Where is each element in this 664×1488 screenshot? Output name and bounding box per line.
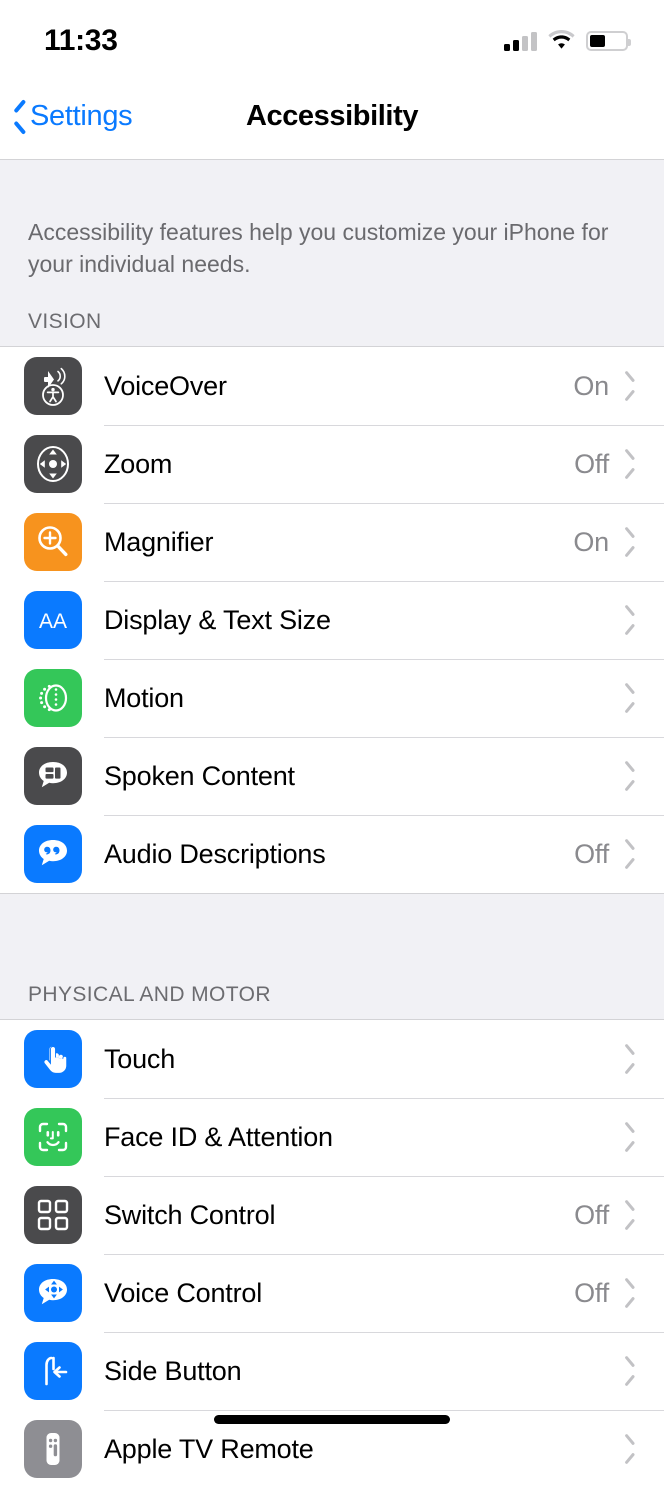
wifi-icon [548,29,575,54]
audio-descriptions-icon [24,825,82,883]
chevron-right-icon [625,844,636,864]
spoken-content-icon [24,747,82,805]
sidebar-item-label: Magnifier [104,527,573,558]
sidebar-item-label: Side Button [104,1356,609,1387]
chevron-right-icon [625,766,636,786]
status-badge: Off [574,1278,609,1309]
settings-list: Accessibility features help you customiz… [0,160,664,1488]
sidebar-item-display-text-size[interactable]: AA Display & Text Size [0,581,664,659]
sidebar-item-label: Face ID & Attention [104,1122,609,1153]
status-badge: Off [574,839,609,870]
navigation-bar: Settings Accessibility [0,74,664,160]
chevron-right-icon [625,454,636,474]
battery-icon [586,31,628,51]
chevron-right-icon [625,532,636,552]
section-group-vision: VoiceOver On Zoom Off [0,346,664,893]
sidebar-item-label: Apple TV Remote [104,1434,609,1465]
display-text-size-icon: AA [24,591,82,649]
cellular-signal-icon [504,32,537,51]
sidebar-item-zoom[interactable]: Zoom Off [0,425,664,503]
sidebar-item-face-id-attention[interactable]: Face ID & Attention [0,1098,664,1176]
status-badge: Off [574,449,609,480]
sidebar-item-touch[interactable]: Touch [0,1020,664,1098]
chevron-right-icon [625,376,636,396]
sidebar-item-label: Touch [104,1044,609,1075]
sidebar-item-label: Motion [104,683,609,714]
home-indicator [214,1415,450,1424]
sidebar-item-label: Switch Control [104,1200,574,1231]
magnifier-icon [24,513,82,571]
status-badge: On [573,527,609,558]
chevron-right-icon [625,610,636,630]
section-divider [0,893,664,953]
apple-tv-remote-icon [24,1420,82,1478]
sidebar-item-audio-descriptions[interactable]: Audio Descriptions Off [0,815,664,893]
touch-icon [24,1030,82,1088]
sidebar-item-label: Audio Descriptions [104,839,574,870]
switch-control-icon [24,1186,82,1244]
sidebar-item-label: VoiceOver [104,371,573,402]
zoom-icon [24,435,82,493]
chevron-right-icon [625,1127,636,1147]
side-button-icon [24,1342,82,1400]
back-button-label: Settings [30,100,132,133]
sidebar-item-side-button[interactable]: Side Button [0,1332,664,1410]
sidebar-item-spoken-content[interactable]: Spoken Content [0,737,664,815]
chevron-right-icon [625,1283,636,1303]
status-badge: On [573,371,609,402]
chevron-right-icon [625,1049,636,1069]
motion-icon [24,669,82,727]
voiceover-icon [24,357,82,415]
chevron-right-icon [625,1361,636,1381]
sidebar-item-label: Spoken Content [104,761,609,792]
face-id-icon [24,1108,82,1166]
chevron-right-icon [625,688,636,708]
status-bar: 11:33 [0,0,664,74]
chevron-left-icon [12,104,25,129]
back-button[interactable]: Settings [0,100,132,133]
intro-description: Accessibility features help you customiz… [0,160,664,280]
sidebar-item-voice-control[interactable]: Voice Control Off [0,1254,664,1332]
sidebar-item-motion[interactable]: Motion [0,659,664,737]
sidebar-item-magnifier[interactable]: Magnifier On [0,503,664,581]
sidebar-item-label: Display & Text Size [104,605,609,636]
svg-text:AA: AA [39,610,67,633]
sidebar-item-label: Voice Control [104,1278,574,1309]
status-bar-indicators [504,29,628,54]
chevron-right-icon [625,1439,636,1459]
section-header-vision: VISION [0,280,664,346]
section-header-physical-and-motor: PHYSICAL AND MOTOR [0,953,664,1019]
sidebar-item-switch-control[interactable]: Switch Control Off [0,1176,664,1254]
voice-control-icon [24,1264,82,1322]
status-badge: Off [574,1200,609,1231]
sidebar-item-label: Zoom [104,449,574,480]
chevron-right-icon [625,1205,636,1225]
status-bar-time: 11:33 [44,24,118,58]
sidebar-item-voiceover[interactable]: VoiceOver On [0,347,664,425]
